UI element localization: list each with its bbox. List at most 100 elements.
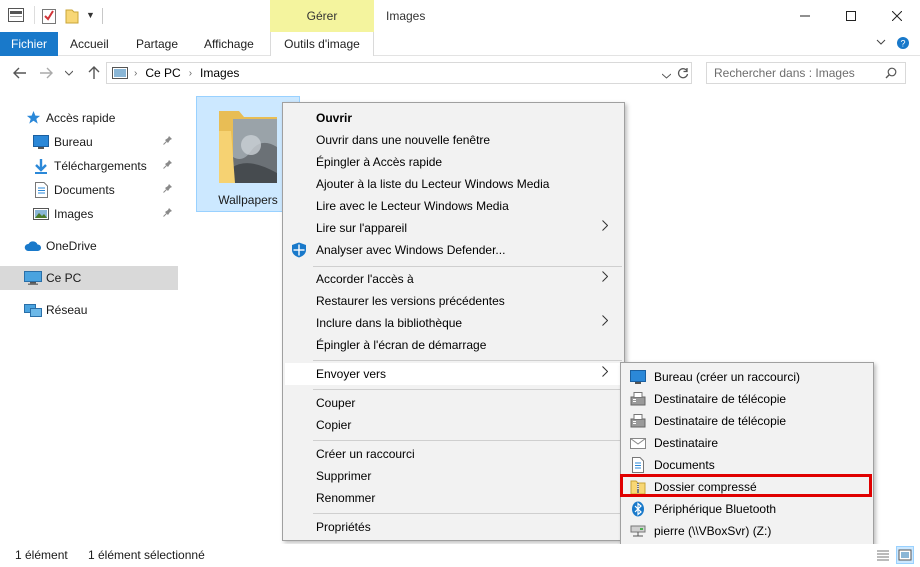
tab-affichage[interactable]: Affichage [194, 32, 264, 56]
sidebar-item-documents[interactable]: Documents [0, 178, 178, 202]
folder-thumbnail-icon [217, 107, 281, 188]
menu-item-label: Inclure dans la bibliothèque [316, 316, 463, 330]
menu-item-label: Périphérique Bluetooth [654, 502, 777, 516]
tab-partage[interactable]: Partage [126, 32, 188, 56]
menu-item-creer-raccourci[interactable]: Créer un raccourci [285, 443, 622, 465]
breadcrumb-separator-icon: › [188, 67, 193, 79]
menu-item-label: Lire sur l'appareil [316, 221, 408, 235]
sidebar-item-label: Réseau [46, 303, 88, 317]
forward-button[interactable] [35, 62, 57, 84]
status-bar: 1 élément 1 élément sélectionné [0, 544, 920, 567]
menu-item-epingler-demarrage[interactable]: Épingler à l'écran de démarrage [285, 334, 622, 356]
network-drive-icon [630, 523, 646, 539]
submenu-arrow-icon [602, 220, 609, 234]
send-to-destinataire[interactable]: Destinataire [623, 432, 871, 454]
sidebar-item-label: Accès rapide [46, 111, 116, 125]
menu-item-analyser-defender[interactable]: Analyser avec Windows Defender... [285, 239, 622, 261]
tab-accueil[interactable]: Accueil [60, 32, 119, 56]
new-folder-icon[interactable] [65, 8, 79, 24]
tab-accueil-label: Accueil [70, 37, 109, 51]
sidebar-item-telechargements[interactable]: Téléchargements [0, 154, 178, 178]
network-icon [24, 302, 42, 321]
menu-item-inclure-bibliotheque[interactable]: Inclure dans la bibliothèque [285, 312, 622, 334]
send-to-bluetooth[interactable]: Périphérique Bluetooth [623, 498, 871, 520]
submenu-arrow-icon [602, 271, 609, 285]
tab-affichage-label: Affichage [204, 37, 254, 51]
tab-gerer-contextual[interactable]: Gérer [270, 0, 374, 32]
address-bar[interactable]: › Ce PC › Images [106, 62, 692, 84]
breadcrumb-ce-pc[interactable]: Ce PC [145, 66, 180, 80]
sidebar-item-acces-rapide[interactable]: Accès rapide [0, 106, 178, 130]
refresh-button[interactable] [674, 62, 692, 84]
pin-icon[interactable] [163, 183, 173, 196]
minimize-icon [800, 15, 810, 17]
tab-fichier[interactable]: Fichier [0, 32, 58, 56]
sidebar-item-bureau[interactable]: Bureau [0, 130, 178, 154]
sidebar-item-ce-pc[interactable]: Ce PC [0, 266, 178, 290]
large-icons-view-button[interactable] [896, 546, 914, 564]
expand-ribbon-icon[interactable] [876, 36, 886, 53]
details-view-button[interactable] [874, 546, 892, 564]
send-to-documents[interactable]: Documents [623, 454, 871, 476]
pin-icon[interactable] [163, 135, 173, 148]
sidebar-item-label: Ce PC [46, 271, 82, 285]
menu-item-lire-wmp[interactable]: Lire avec le Lecteur Windows Media [285, 195, 622, 217]
pin-icon[interactable] [163, 207, 173, 220]
minimize-button[interactable] [782, 0, 828, 32]
send-to-fax-2[interactable]: Destinataire de télécopie [623, 410, 871, 432]
documents-icon [35, 182, 48, 201]
bluetooth-icon [630, 501, 646, 517]
menu-item-restaurer-versions[interactable]: Restaurer les versions précédentes [285, 290, 622, 312]
menu-item-ouvrir-nouvelle-fenetre[interactable]: Ouvrir dans une nouvelle fenêtre [285, 129, 622, 151]
window-icon[interactable] [8, 8, 24, 22]
menu-item-couper[interactable]: Couper [285, 392, 622, 414]
send-to-fax-1[interactable]: Destinataire de télécopie [623, 388, 871, 410]
maximize-button[interactable] [828, 0, 874, 32]
menu-item-label: Copier [316, 418, 352, 432]
pin-icon[interactable] [163, 159, 173, 172]
item-count: 1 élément [15, 548, 68, 562]
tab-fichier-label: Fichier [10, 37, 47, 51]
help-icon[interactable]: ? [896, 36, 910, 53]
menu-item-ouvrir[interactable]: Ouvrir [285, 107, 622, 129]
properties-icon[interactable] [42, 8, 56, 24]
menu-item-supprimer[interactable]: Supprimer [285, 465, 622, 487]
menu-item-ajouter-liste-wmp[interactable]: Ajouter à la liste du Lecteur Windows Me… [285, 173, 622, 195]
menu-item-label: Ajouter à la liste du Lecteur Windows Me… [316, 177, 550, 191]
menu-item-label: Créer un raccourci [316, 447, 415, 461]
sidebar-item-onedrive[interactable]: OneDrive [0, 234, 178, 258]
menu-item-proprietes[interactable]: Propriétés [285, 516, 622, 538]
send-to-network-drive[interactable]: pierre (\\VBoxSvr) (Z:) [623, 520, 871, 542]
menu-item-label: Destinataire de télécopie [654, 414, 787, 428]
breadcrumb-images[interactable]: Images [200, 66, 239, 80]
menu-item-accorder-acces[interactable]: Accorder l'accès à [285, 268, 622, 290]
tab-outils-image[interactable]: Outils d'image [270, 32, 374, 56]
customize-qa-chevron-icon[interactable]: ▼ [86, 10, 95, 20]
search-input[interactable]: Rechercher dans : Images [706, 62, 906, 84]
menu-item-label: Ouvrir [316, 111, 353, 125]
refresh-icon [677, 68, 689, 79]
sidebar-item-images[interactable]: Images [0, 202, 178, 226]
qa-divider [34, 6, 35, 24]
close-icon [892, 11, 902, 21]
address-dropdown-icon[interactable] [661, 68, 672, 82]
svg-text:?: ? [900, 39, 905, 49]
sidebar-item-label: Images [54, 207, 94, 221]
sidebar-item-reseau[interactable]: Réseau [0, 298, 178, 322]
up-button[interactable] [83, 62, 105, 84]
menu-item-lire-sur-appareil[interactable]: Lire sur l'appareil [285, 217, 622, 239]
star-icon [26, 110, 41, 128]
context-menu: Ouvrir Ouvrir dans une nouvelle fenêtre … [282, 102, 625, 541]
menu-item-epingler-acces-rapide[interactable]: Épingler à Accès rapide [285, 151, 622, 173]
recent-locations-button[interactable] [58, 62, 80, 84]
menu-item-label: Accorder l'accès à [316, 272, 414, 286]
qa-separator [102, 8, 103, 24]
menu-item-copier[interactable]: Copier [285, 414, 622, 436]
menu-item-label: Envoyer vers [316, 367, 387, 381]
menu-item-renommer[interactable]: Renommer [285, 487, 622, 509]
search-icon[interactable] [885, 67, 897, 82]
back-button[interactable] [9, 62, 31, 84]
send-to-bureau[interactable]: Bureau (créer un raccourci) [623, 366, 871, 388]
menu-item-envoyer-vers[interactable]: Envoyer vers [285, 363, 622, 385]
close-button[interactable] [874, 0, 920, 32]
